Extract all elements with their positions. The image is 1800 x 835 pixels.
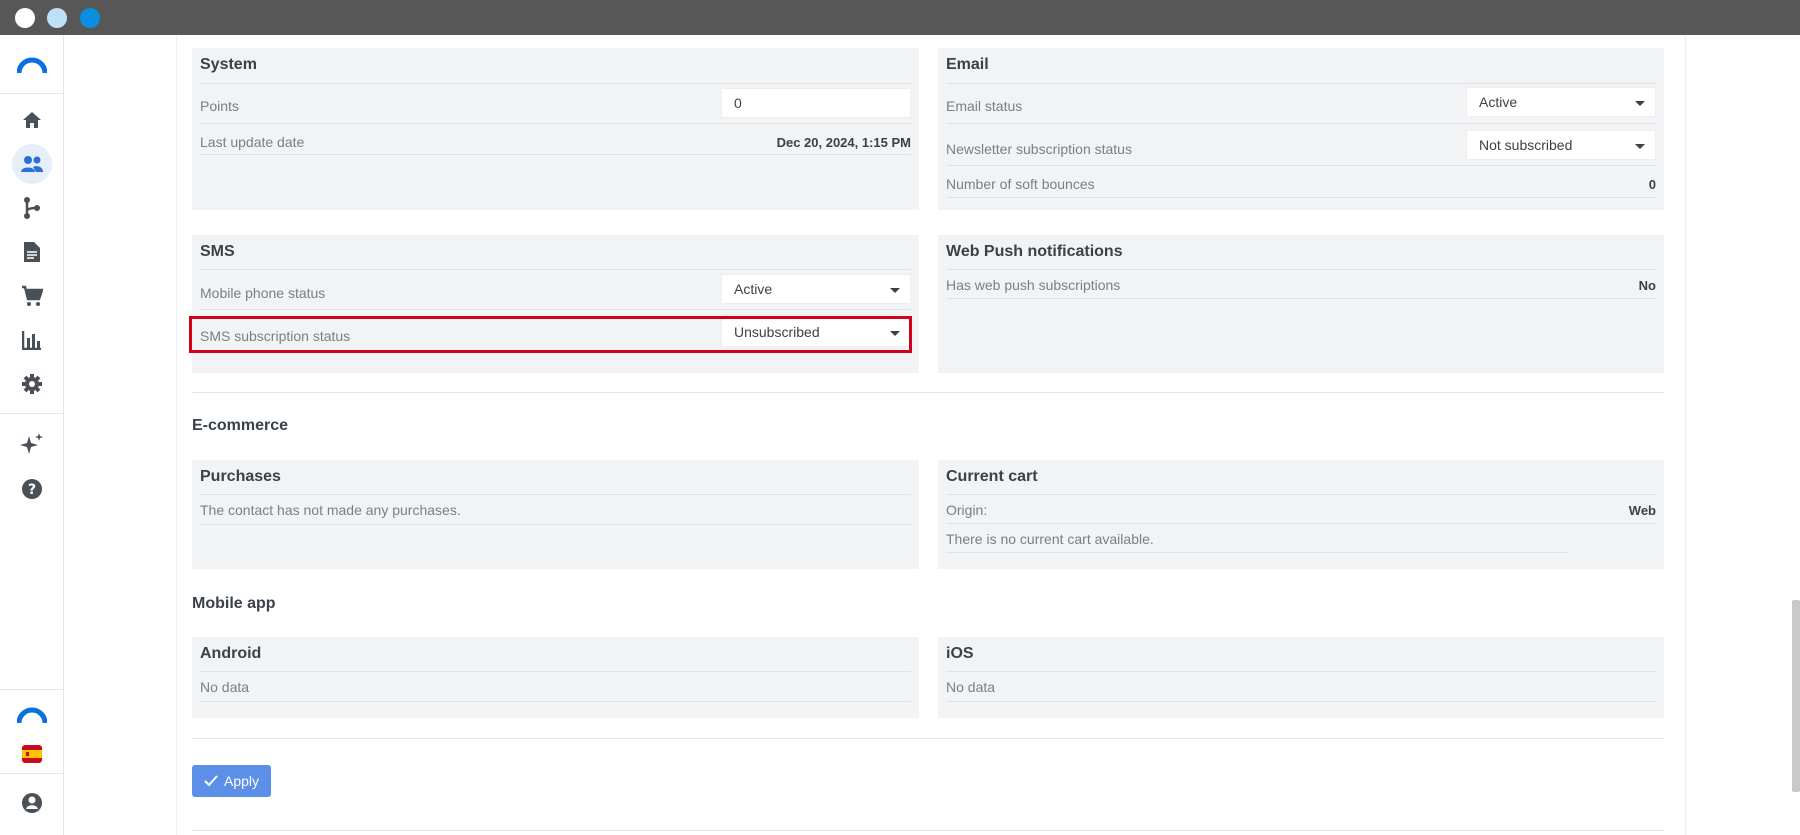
email-status-value: Active — [1479, 94, 1518, 110]
apply-button-label: Apply — [224, 773, 260, 789]
sidebar: ? — [0, 35, 64, 835]
chevron-down-icon — [1635, 144, 1645, 149]
webpush-subscriptions-label: Has web push subscriptions — [946, 277, 1121, 293]
settings-icon[interactable] — [12, 364, 52, 404]
user-account-icon[interactable] — [12, 783, 52, 823]
email-panel: Email Email status Active Newsletter sub… — [938, 48, 1664, 210]
window-minimize-button[interactable] — [47, 8, 67, 28]
reports-icon[interactable] — [12, 320, 52, 360]
purchases-title: Purchases — [200, 468, 281, 485]
help-icon[interactable]: ? — [12, 469, 52, 509]
system-panel: System Points 0 Last update date Dec 20,… — [192, 48, 919, 210]
purchases-empty-text: The contact has not made any purchases. — [200, 502, 461, 518]
cart-origin-value: Web — [1628, 503, 1656, 518]
ios-title: iOS — [946, 645, 974, 662]
cart-empty-text: There is no current cart available. — [946, 531, 1154, 547]
window-close-button[interactable] — [15, 8, 35, 28]
chevron-down-icon — [890, 288, 900, 293]
ios-panel: iOS No data — [938, 637, 1664, 718]
android-title: Android — [200, 645, 262, 662]
content-icon[interactable] — [12, 232, 52, 272]
mobile-app-section-title: Mobile app — [192, 595, 276, 612]
sms-subscription-highlight — [189, 316, 912, 353]
window-maximize-button[interactable] — [80, 8, 100, 28]
soft-bounces-value: 0 — [1648, 177, 1656, 192]
webpush-title: Web Push notifications — [946, 243, 1123, 260]
mobile-phone-status-value: Active — [734, 281, 773, 297]
window-titlebar — [0, 0, 1800, 35]
newsletter-status-select[interactable]: Not subscribed — [1466, 130, 1656, 160]
newsletter-status-value: Not subscribed — [1479, 137, 1573, 153]
check-icon — [204, 775, 218, 787]
cart-icon[interactable] — [12, 276, 52, 316]
contacts-icon[interactable] — [12, 144, 52, 184]
main-content: System Points 0 Last update date Dec 20,… — [64, 35, 1800, 835]
email-status-label: Email status — [946, 98, 1023, 114]
logo-icon[interactable] — [12, 45, 52, 85]
email-title: Email — [946, 56, 989, 73]
android-panel: Android No data — [192, 637, 919, 718]
ecommerce-section-title: E-commerce — [192, 417, 289, 434]
cart-origin-label: Origin: — [946, 502, 988, 518]
soft-bounces-label: Number of soft bounces — [946, 176, 1095, 192]
brand-logo-icon[interactable] — [12, 695, 52, 735]
newsletter-status-label: Newsletter subscription status — [946, 141, 1132, 157]
current-cart-title: Current cart — [946, 468, 1038, 485]
last-update-value: Dec 20, 2024, 1:15 PM — [776, 135, 911, 150]
ios-no-data: No data — [946, 679, 996, 695]
apply-button[interactable]: Apply — [192, 765, 272, 797]
page-scrollbar[interactable] — [1792, 600, 1800, 792]
automation-icon[interactable] — [12, 188, 52, 228]
email-status-select[interactable]: Active — [1466, 87, 1656, 117]
purchases-panel: Purchases The contact has not made any p… — [192, 460, 919, 569]
android-no-data: No data — [200, 679, 250, 695]
webpush-panel: Web Push notifications Has web push subs… — [938, 235, 1664, 373]
mobile-phone-status-label: Mobile phone status — [200, 285, 326, 301]
ai-sparkle-icon[interactable] — [12, 425, 52, 465]
points-input[interactable]: 0 — [721, 88, 911, 118]
home-icon[interactable] — [12, 100, 52, 140]
svg-text:?: ? — [28, 482, 36, 498]
last-update-label: Last update date — [200, 134, 305, 150]
sms-title: SMS — [200, 243, 235, 260]
spain-flag-icon[interactable] — [12, 734, 52, 774]
chevron-down-icon — [1635, 101, 1645, 106]
mobile-phone-status-select[interactable]: Active — [721, 274, 911, 304]
points-label: Points — [200, 98, 239, 114]
webpush-subscriptions-value: No — [1638, 278, 1656, 293]
current-cart-panel: Current cart Origin: Web There is no cur… — [938, 460, 1664, 569]
system-title: System — [200, 56, 257, 73]
